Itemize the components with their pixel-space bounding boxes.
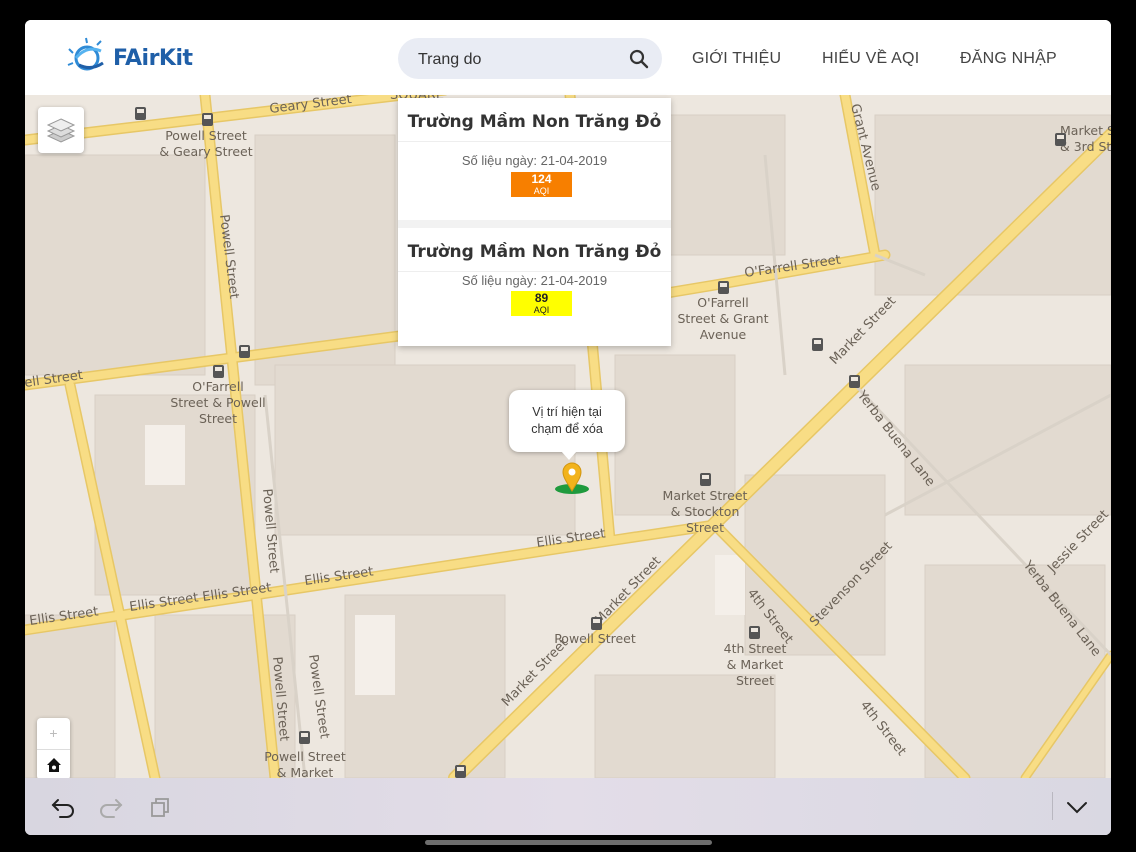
toolbar-divider (1052, 792, 1053, 820)
aqi-card-date: Số liệu ngày: 21-04-2019 (461, 273, 608, 288)
aqi-unit: AQI (533, 305, 550, 315)
layers-button[interactable] (38, 107, 84, 153)
bus-icon (213, 365, 224, 378)
nav-gioi-thieu[interactable]: GIỚI THIỆU (692, 50, 781, 68)
tram-icon (202, 113, 213, 126)
tram-icon (135, 107, 146, 120)
chevron-down-icon[interactable] (1064, 794, 1090, 820)
logo-swirl-icon (67, 37, 104, 71)
aqi-unit: AQI (533, 186, 550, 196)
tram-icon (1055, 133, 1066, 146)
card-divider (398, 271, 671, 272)
undo-icon[interactable] (50, 794, 76, 820)
zoom-in-button[interactable]: + (37, 718, 70, 748)
search-icon[interactable] (628, 48, 650, 70)
search-input[interactable] (416, 38, 620, 81)
bus-icon (849, 375, 860, 388)
search-bar (398, 38, 662, 81)
poi-market-3rd: Market St& 3rd St (1060, 123, 1111, 154)
bus-icon (812, 338, 823, 351)
copy-icon[interactable] (147, 794, 173, 820)
aqi-card[interactable]: Trường Mầm Non Trăng Đỏ Số liệu ngày: 21… (398, 98, 671, 216)
home-indicator[interactable] (425, 840, 712, 845)
aqi-results-popup: Trường Mầm Non Trăng Đỏ Số liệu ngày: 21… (398, 98, 671, 346)
bus-icon (718, 281, 729, 294)
tooltip-line-1: Vị trí hiện tại (532, 405, 602, 419)
tram-icon (239, 345, 250, 358)
home-icon (46, 758, 61, 772)
aqi-badge-orange: 124 AQI (511, 172, 572, 197)
tram-icon (591, 617, 602, 630)
aqi-badge-yellow: 89 AQI (511, 291, 572, 316)
aqi-card-date: Số liệu ngày: 21-04-2019 (461, 153, 608, 168)
aqi-card-title: Trường Mầm Non Trăng Đỏ (407, 112, 662, 132)
aqi-value: 124 (531, 172, 552, 186)
card-separator (398, 220, 671, 228)
poi-powell-station: Powell Street (554, 631, 636, 646)
app-screen: FAirKit GIỚI THIỆU HIỂU VỀ AQI ĐĂNG NHẬP (25, 20, 1111, 835)
aqi-card[interactable]: Trường Mầm Non Trăng Đỏ Số liệu ngày: 21… (398, 228, 671, 346)
nav-hieu-ve-aqi[interactable]: HIỂU VỀ AQI (822, 50, 919, 68)
tram-icon (299, 731, 310, 744)
top-navbar: FAirKit GIỚI THIỆU HIỂU VỀ AQI ĐĂNG NHẬP (25, 20, 1111, 95)
redo-icon[interactable] (98, 794, 124, 820)
aqi-value: 89 (534, 291, 549, 305)
current-location-tooltip[interactable]: Vị trí hiện tại chạm để xóa (509, 390, 625, 460)
bus-icon (455, 765, 466, 778)
layers-icon (46, 118, 76, 143)
location-pin-icon[interactable] (552, 457, 592, 497)
nav-dang-nhap[interactable]: ĐĂNG NHẬP (960, 50, 1057, 68)
aqi-card-title: Trường Mầm Non Trăng Đỏ (407, 242, 662, 262)
logo-text: FAirKit (113, 45, 193, 71)
tooltip-line-2: chạm để xóa (531, 422, 603, 436)
card-divider (398, 141, 671, 142)
tram-icon (700, 473, 711, 486)
home-button[interactable] (37, 749, 70, 778)
browser-toolbar (25, 778, 1111, 835)
bus-icon (749, 626, 760, 639)
fairkit-logo[interactable]: FAirKit (67, 36, 193, 80)
poi-powell-geary: Powell Street & Geary Street (159, 128, 252, 159)
zoom-control: + (37, 718, 70, 778)
